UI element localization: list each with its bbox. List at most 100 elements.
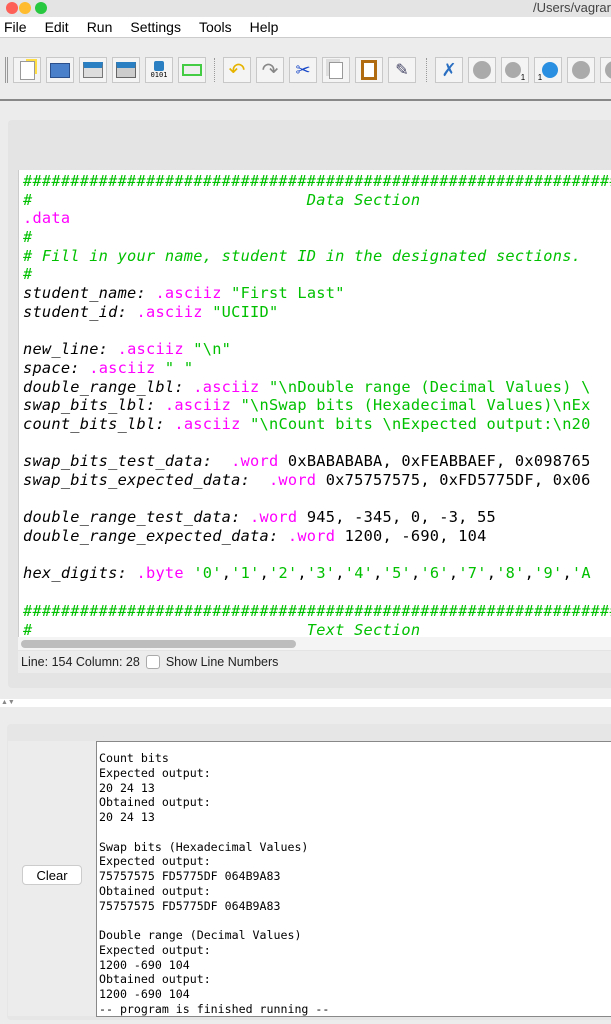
open-file-button[interactable] <box>46 57 74 83</box>
horizontal-scrollbar[interactable] <box>18 637 611 650</box>
save-file-button[interactable] <box>79 57 107 83</box>
code-string: '3' <box>306 564 336 583</box>
code-string: '7' <box>458 564 487 583</box>
undo-button[interactable]: ↶ <box>223 57 251 83</box>
menu-tools[interactable]: Tools <box>199 17 232 37</box>
backstep-button[interactable]: 1 <box>534 57 562 83</box>
print-button[interactable] <box>178 57 206 83</box>
menu-run[interactable]: Run <box>87 17 113 37</box>
dump-memory-button[interactable]: 0101 <box>145 57 173 83</box>
find-replace-icon: ✎ <box>395 62 409 79</box>
code-comment: # <box>23 228 33 247</box>
code-line: double_range_test_data: .word 945, -345,… <box>23 508 611 527</box>
code-editor[interactable]: ########################################… <box>18 170 611 637</box>
expand-collapse-arrows-icon[interactable]: ▲▼ <box>1 699 15 706</box>
code-text: , <box>562 564 572 583</box>
clear-button[interactable]: Clear <box>22 865 82 885</box>
copy-button[interactable] <box>322 57 350 83</box>
output-console[interactable]: Count bits Expected output: 20 24 13 Obt… <box>96 741 611 1017</box>
code-directive: .word <box>231 452 279 471</box>
menu-file[interactable]: File <box>4 17 27 37</box>
code-line: swap_bits_test_data: .word 0xBABABABA, 0… <box>23 452 611 471</box>
code-line: .data <box>23 209 611 228</box>
code-value: 0xBABABABA, 0xFEABBAEF, 0x098765 <box>278 452 591 471</box>
code-value: 1200, -690, 104 <box>335 527 487 546</box>
menu-settings[interactable]: Settings <box>130 17 181 37</box>
close-window-button[interactable] <box>6 2 18 14</box>
code-directive: .asciiz <box>117 340 184 359</box>
code-directive: .data <box>23 209 71 228</box>
find-replace-button[interactable]: ✎ <box>388 57 416 83</box>
step-icon <box>504 62 521 78</box>
stop-button[interactable] <box>600 57 611 83</box>
zoom-window-button[interactable] <box>35 2 47 14</box>
save-icon <box>83 62 103 78</box>
code-directive: .word <box>250 508 298 527</box>
pause-button[interactable] <box>567 57 595 83</box>
toolbar-separator <box>214 58 215 82</box>
stop-icon <box>605 61 611 79</box>
step-label: 1 <box>520 73 526 82</box>
menu-bar: File Edit Run Settings Tools Help <box>0 17 611 38</box>
save-as-button[interactable] <box>112 57 140 83</box>
code-line: # <box>23 265 611 284</box>
code-string: "\nDouble range (Decimal Values) \ <box>268 377 591 396</box>
new-file-button[interactable] <box>13 57 41 83</box>
title-bar: /Users/vagrar <box>0 0 611 17</box>
code-string: '2' <box>269 564 298 583</box>
code-line: ########################################… <box>23 602 611 621</box>
code-line: hex_digits: .byte '0','1','2','3','4','5… <box>23 564 611 583</box>
code-label: swap_bits_test_data: <box>23 452 213 471</box>
code-line: student_name: .asciiz "First Last" <box>23 284 611 303</box>
show-line-numbers-label[interactable]: Show Line Numbers <box>166 655 279 669</box>
code-line: swap_bits_expected_data: .word 0x7575757… <box>23 471 611 490</box>
redo-button[interactable]: ↷ <box>256 57 284 83</box>
undo-icon: ↶ <box>228 59 246 82</box>
show-line-numbers-checkbox[interactable] <box>145 655 160 669</box>
code-string: 'A <box>571 564 591 583</box>
paste-button[interactable] <box>355 57 383 83</box>
code-line: # Data Section <box>23 191 611 210</box>
code-text: , <box>448 564 459 583</box>
assemble-button[interactable]: ✗ <box>435 57 463 83</box>
window-title: /Users/vagrar <box>532 0 611 15</box>
code-directive: .asciiz <box>89 358 156 377</box>
menu-help[interactable]: Help <box>250 17 279 37</box>
code-label: double_range_expected_data: <box>23 527 279 546</box>
toolbar-grip[interactable] <box>5 57 8 83</box>
step-button[interactable]: 1 <box>501 57 529 83</box>
run-button[interactable] <box>468 57 496 83</box>
code-string: '0' <box>193 564 222 583</box>
editor-status-bar: Line: 154 Column: 28 Show Line Numbers <box>18 651 611 673</box>
minimize-window-button[interactable] <box>19 2 31 14</box>
code-line: double_range_expected_data: .word 1200, … <box>23 527 611 546</box>
code-directive: .word <box>287 527 336 546</box>
backstep-label: 1 <box>537 73 543 82</box>
code-value: 0x75757575, 0xFD5775DF, 0x06 <box>316 471 591 489</box>
split-pane-divider[interactable]: ▲▼ <box>0 699 611 707</box>
code-line: swap_bits_lbl: .asciiz "\nSwap bits (Hex… <box>23 396 611 415</box>
code-string: " " <box>164 358 194 377</box>
code-string: "\nCount bits \nExpected output:\n20 <box>250 414 591 433</box>
code-text: , <box>297 564 307 583</box>
tools-icon: ✗ <box>441 59 457 80</box>
menu-edit[interactable]: Edit <box>45 17 69 37</box>
scrollbar-thumb[interactable] <box>21 640 296 648</box>
code-string: '4' <box>344 564 374 583</box>
dump-label: 0101 <box>150 71 168 79</box>
cut-button[interactable]: ✂ <box>289 57 317 83</box>
pause-icon <box>572 61 590 79</box>
